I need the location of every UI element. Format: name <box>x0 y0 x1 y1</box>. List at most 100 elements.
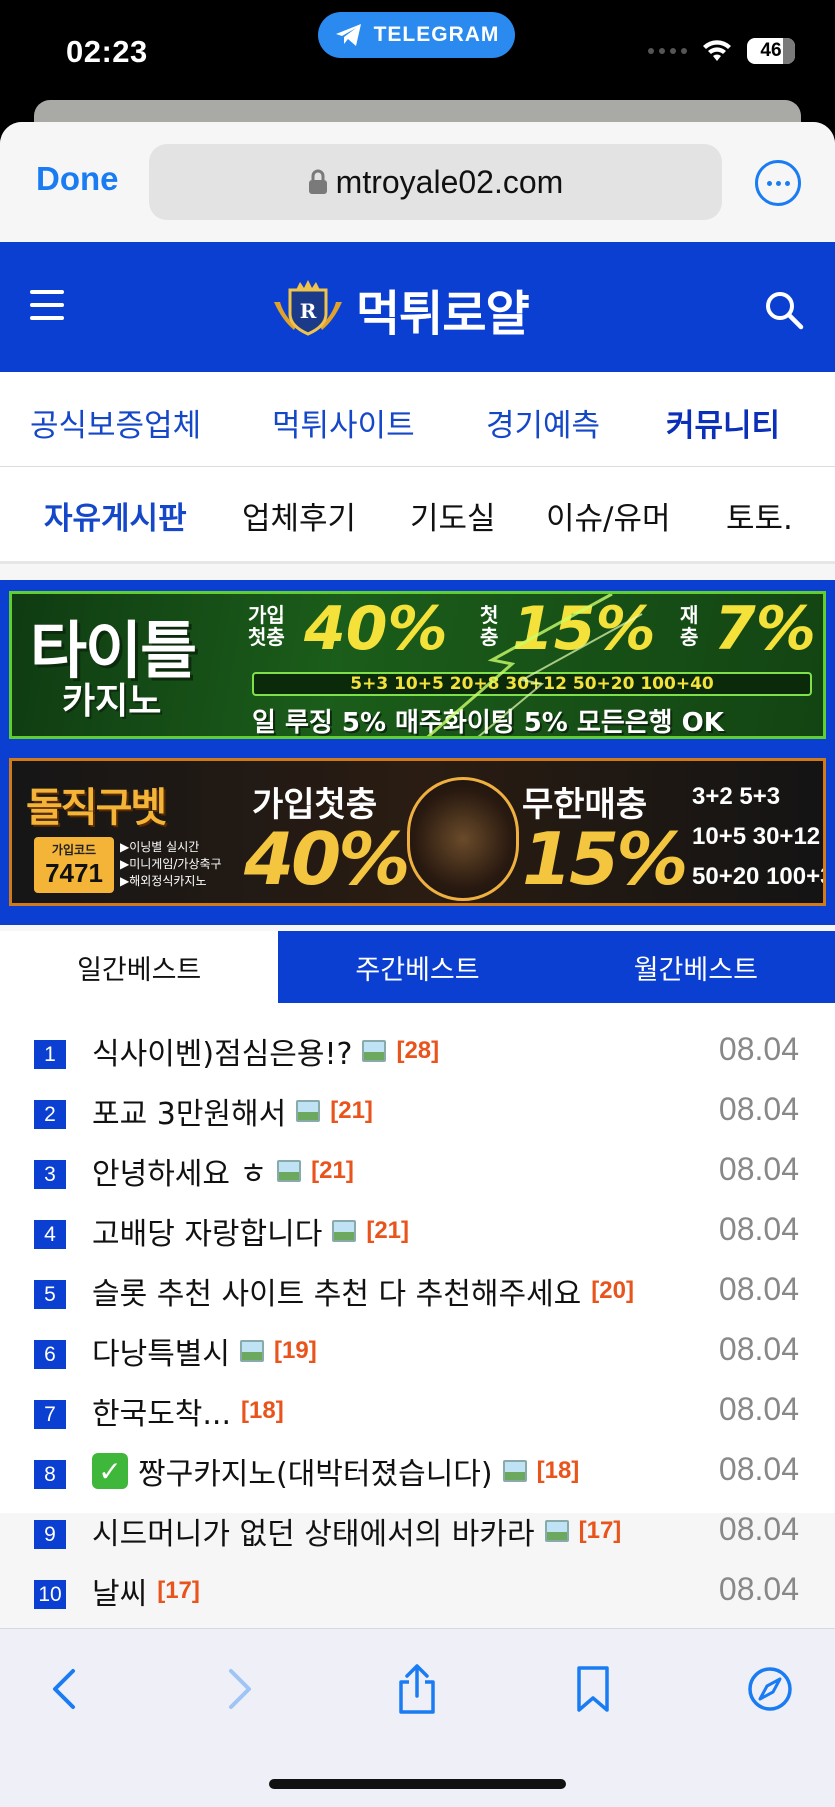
ad-banner-doljikgu-bet[interactable]: 돌직구벳 가입코드 7471 ▶이닝별 실시간 ▶미니게임/가상축구 ▶해외정식… <box>9 758 826 906</box>
ad-banner-title-casino[interactable]: 타이틀 카지노 가입 첫충 40% 첫충 15% 재충 7% 5+3 10+5 … <box>9 591 826 739</box>
telegram-pill[interactable]: TELEGRAM <box>318 12 515 58</box>
url-text: mtroyale02.com <box>335 163 564 200</box>
list-item[interactable]: 2 포교 3만원해서 [21] 08.04 <box>0 1083 835 1143</box>
post-date: 08.04 <box>718 1211 799 1247</box>
search-icon[interactable] <box>762 288 806 332</box>
comment-count: [17] <box>578 1517 622 1544</box>
nav-item-official[interactable]: 공식보증업체 <box>30 400 201 445</box>
battery-level: 46 <box>760 40 782 61</box>
post-date: 08.04 <box>718 1031 799 1067</box>
subnav-item-free-board[interactable]: 자유게시판 <box>44 493 187 538</box>
nav-item-scam-sites[interactable]: 먹튀사이트 <box>272 400 415 445</box>
status-indicators: 46 <box>648 38 795 64</box>
banner1-tag1: 가입 첫충 <box>248 603 285 649</box>
bookmarks-button[interactable] <box>563 1659 623 1719</box>
checkmark-icon: ✓ <box>92 1453 128 1489</box>
crown-shield-icon: R <box>274 280 342 336</box>
compass-button[interactable] <box>740 1659 800 1719</box>
address-field[interactable]: mtroyale02.com <box>149 144 722 220</box>
forward-button[interactable] <box>210 1659 270 1719</box>
nav-item-community[interactable]: 커뮤니티 <box>666 400 780 445</box>
comment-count: [19] <box>274 1337 317 1364</box>
banner2-feature: ▶미니게임/가상축구 <box>120 857 222 871</box>
rank-badge: 1 <box>34 1040 66 1069</box>
image-attachment-icon <box>296 1100 321 1122</box>
rank-badge: 4 <box>34 1220 66 1249</box>
post-title[interactable]: 시드머니가 없던 상태에서의 바카라 <box>92 1509 535 1553</box>
best-tabs: 일간베스트 주간베스트 월간베스트 <box>0 931 835 1003</box>
banner2-pct1: 40% <box>244 817 410 901</box>
image-attachment-icon <box>362 1040 387 1062</box>
post-title[interactable]: 한국도착... <box>92 1389 231 1433</box>
list-item[interactable]: 7 한국도착... [18] 08.04 <box>0 1383 835 1443</box>
list-item[interactable]: 3 안녕하세요 ㅎ [21] 08.04 <box>0 1143 835 1203</box>
post-title[interactable]: 다낭특별시 <box>92 1329 230 1373</box>
signal-icon <box>648 48 687 54</box>
status-time: 02:23 <box>66 34 148 69</box>
wifi-icon <box>703 40 731 61</box>
list-item[interactable]: 6 다낭특별시 [19] 08.04 <box>0 1323 835 1383</box>
banner1-pct3: 7% <box>714 594 816 664</box>
chevron-left-icon <box>53 1669 75 1709</box>
comment-count: [18] <box>241 1397 284 1424</box>
rank-badge: 9 <box>34 1520 66 1549</box>
subnav-item-humor[interactable]: 이슈/유머 <box>546 493 671 538</box>
menu-icon[interactable] <box>30 290 64 320</box>
nav-item-predictions[interactable]: 경기예측 <box>486 400 600 445</box>
logo-text: 먹튀로얄 <box>356 286 530 342</box>
post-title[interactable]: 안녕하세요 ㅎ <box>92 1149 267 1193</box>
tab-weekly-best[interactable]: 주간베스트 <box>278 931 556 1003</box>
post-title[interactable]: 슬롯 추천 사이트 추천 다 추천해주세요 <box>92 1269 581 1313</box>
tab-monthly-best[interactable]: 월간베스트 <box>557 931 835 1003</box>
rank-badge: 3 <box>34 1160 66 1189</box>
battery-icon: 46 <box>747 38 795 64</box>
tab-daily-best[interactable]: 일간베스트 <box>0 931 279 1003</box>
more-options-button[interactable] <box>755 160 801 206</box>
site-header: R 먹튀로얄 <box>0 242 835 372</box>
comment-count: [21] <box>366 1217 410 1244</box>
rank-badge: 7 <box>34 1400 66 1429</box>
share-icon <box>399 1664 435 1714</box>
list-item[interactable]: 5 슬롯 추천 사이트 추천 다 추천해주세요 [20] 08.04 <box>0 1263 835 1323</box>
compass-icon <box>748 1667 792 1711</box>
lightning-decoration <box>426 594 643 736</box>
image-attachment-icon <box>502 1460 527 1482</box>
share-button[interactable] <box>387 1659 447 1719</box>
banner1-tag3: 재충 <box>680 603 699 649</box>
list-item[interactable]: 1 식사이벤)점심은용!? [28] 08.04 <box>0 1023 835 1083</box>
telegram-label: TELEGRAM <box>373 23 500 46</box>
banner2-bonus-table: 3+2 5+3 10+5 30+12 50+20 100+30 <box>692 777 823 897</box>
post-date: 08.04 <box>718 1391 799 1427</box>
list-item[interactable]: 8 ✓ 짱구카지노(대박터졌습니다) [18] 08.04 <box>0 1443 835 1503</box>
banner2-code-box: 가입코드 7471 <box>34 837 114 893</box>
list-item[interactable]: 10 날씨 [17] 08.04 <box>0 1563 835 1623</box>
site-logo[interactable]: R 먹튀로얄 <box>272 274 530 344</box>
comment-count: [21] <box>330 1097 373 1124</box>
banner2-bonus-row: 3+2 5+3 <box>692 783 781 810</box>
sub-nav: 자유게시판 업체후기 기도실 이슈/유머 토토. <box>0 467 835 564</box>
lock-icon <box>308 169 327 194</box>
post-title[interactable]: 고배당 자랑합니다 <box>92 1209 322 1253</box>
safari-url-bar: Done mtroyale02.com <box>0 122 835 242</box>
banner2-code-label: 가입코드 <box>51 843 97 857</box>
subnav-item-reviews[interactable]: 업체후기 <box>242 493 356 538</box>
svg-text:R: R <box>300 299 317 323</box>
home-indicator[interactable] <box>269 1779 566 1789</box>
telegram-icon <box>335 24 361 46</box>
list-item[interactable]: 4 고배당 자랑합니다 [21] 08.04 <box>0 1203 835 1263</box>
post-date: 08.04 <box>718 1331 799 1367</box>
back-button[interactable] <box>34 1659 94 1719</box>
post-title[interactable]: 날씨 <box>92 1569 147 1613</box>
post-title[interactable]: 포교 3만원해서 <box>92 1089 286 1133</box>
post-title[interactable]: 식사이벤)점심은용!? <box>92 1029 352 1073</box>
comment-count: [17] <box>157 1577 200 1604</box>
rank-badge: 8 <box>34 1460 66 1489</box>
subnav-item-prayer-room[interactable]: 기도실 <box>410 493 496 538</box>
status-bar: 02:23 TELEGRAM 46 <box>0 0 835 112</box>
done-button[interactable]: Done <box>36 160 119 198</box>
comment-count: [18] <box>536 1457 580 1484</box>
banner2-features: ▶이닝별 실시간 ▶미니게임/가상축구 ▶해외정식카지노 <box>120 839 222 890</box>
subnav-item-toto[interactable]: 토토. <box>726 493 793 538</box>
post-title[interactable]: 짱구카지노(대박터졌습니다) <box>138 1449 493 1493</box>
list-item[interactable]: 9 시드머니가 없던 상태에서의 바카라 [17] 08.04 <box>0 1503 835 1563</box>
